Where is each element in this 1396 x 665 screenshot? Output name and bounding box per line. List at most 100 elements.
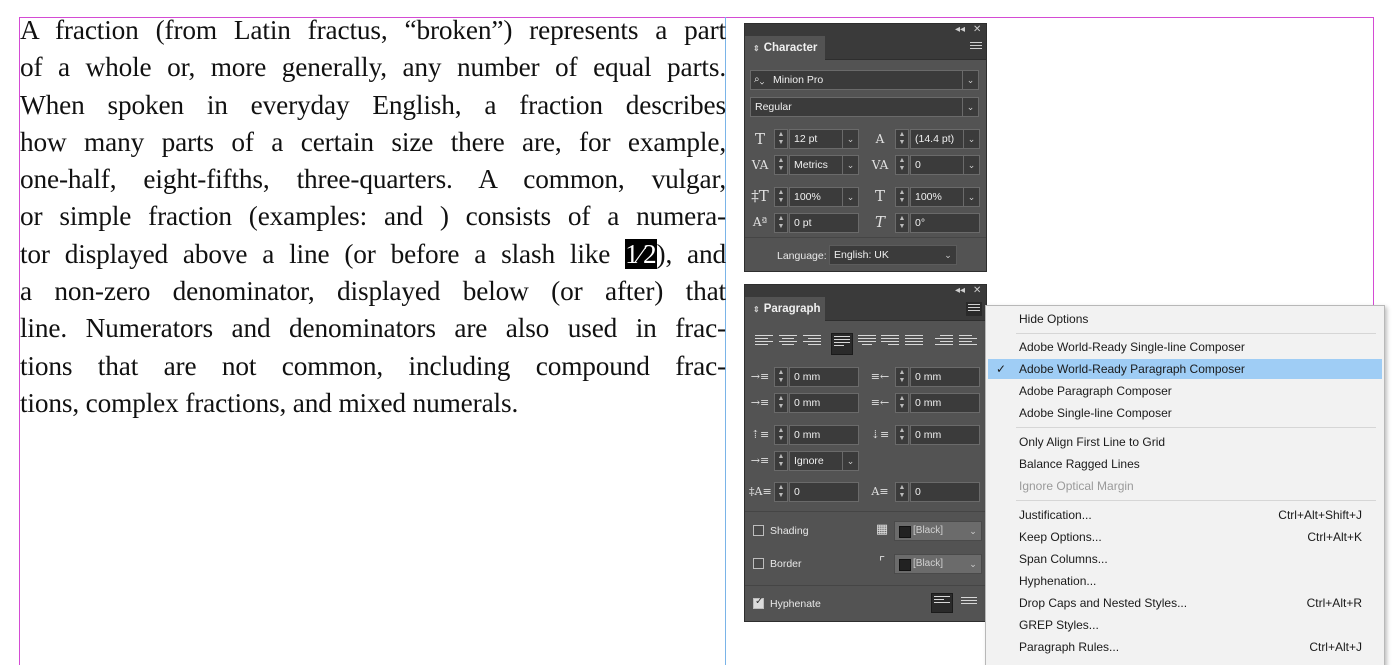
close-icon[interactable]: ✕: [973, 24, 981, 36]
panel-title-bar[interactable]: ◂◂ ✕: [745, 24, 986, 36]
drop-cap-lines-stepper[interactable]: ▲ ▼: [774, 482, 788, 502]
first-line-indent-field[interactable]: 0 mm: [789, 393, 859, 413]
text-segment: ), and: [656, 238, 727, 269]
kerning-field[interactable]: Metrics ⌄: [789, 155, 859, 175]
chevron-down-icon[interactable]: ⌄: [965, 522, 981, 540]
last-line-indent-stepper[interactable]: ▲ ▼: [895, 393, 909, 413]
document-text[interactable]: A fraction (from Latin fractus, “broken”…: [20, 12, 726, 422]
chevron-down-icon[interactable]: ⌄: [842, 156, 858, 174]
right-indent-field[interactable]: 0 mm: [910, 367, 980, 387]
selected-text[interactable]: 1⁄2: [625, 238, 657, 269]
left-indent-stepper[interactable]: ▲ ▼: [774, 367, 788, 387]
justify-all-button[interactable]: [905, 335, 923, 353]
close-icon[interactable]: ✕: [973, 285, 981, 297]
menu-item-paragraph-rules[interactable]: Paragraph Rules... Ctrl+Alt+J: [986, 637, 1384, 657]
drop-cap-chars-stepper[interactable]: ▲ ▼: [895, 482, 909, 502]
chevron-down-icon[interactable]: ⌄: [842, 452, 858, 470]
kerning-stepper[interactable]: ▲ ▼: [774, 155, 788, 175]
border-settings-icon[interactable]: ⌜: [871, 554, 893, 572]
chevron-down-icon[interactable]: ⌄: [963, 130, 979, 148]
align-right-button[interactable]: [803, 335, 821, 353]
checkmark-icon: ✓: [996, 362, 1007, 376]
skew-field[interactable]: 0°: [910, 213, 980, 233]
align-left-button[interactable]: [755, 335, 773, 353]
collapse-icon[interactable]: ◂◂: [955, 285, 965, 297]
border-checkbox[interactable]: [753, 558, 764, 569]
border-color-field[interactable]: [Black] ⌄: [894, 554, 982, 574]
tab-character[interactable]: ⇕ Character: [745, 36, 825, 61]
chevron-down-icon[interactable]: ⌄: [965, 555, 981, 573]
menu-item-hyphenation[interactable]: Hyphenation...: [986, 571, 1384, 591]
collapse-icon[interactable]: ◂◂: [955, 24, 965, 36]
horizontal-scale-stepper[interactable]: ▲ ▼: [895, 187, 909, 207]
menu-item-single-line-composer[interactable]: Adobe Single-line Composer: [986, 403, 1384, 423]
first-line-indent-stepper[interactable]: ▲ ▼: [774, 393, 788, 413]
tab-paragraph[interactable]: ⇕ Paragraph: [745, 297, 825, 322]
space-before-field[interactable]: 0 mm: [789, 425, 859, 445]
menu-item-grep-styles[interactable]: GREP Styles...: [986, 615, 1384, 635]
justify-center-button[interactable]: [858, 335, 876, 353]
align-away-from-spine-button[interactable]: [959, 335, 977, 353]
align-to-grid-stepper[interactable]: ▲ ▼: [774, 451, 788, 471]
single-line-composer-button[interactable]: [961, 597, 977, 611]
hyphenate-checkbox[interactable]: [753, 596, 764, 609]
chevron-down-icon[interactable]: ⌄: [962, 98, 978, 116]
menu-item-world-ready-paragraph[interactable]: ✓ Adobe World-Ready Paragraph Composer: [988, 359, 1382, 379]
menu-item-drop-caps[interactable]: Drop Caps and Nested Styles... Ctrl+Alt+R: [986, 593, 1384, 613]
menu-item-justification[interactable]: Justification... Ctrl+Alt+Shift+J: [986, 505, 1384, 525]
chevron-down-icon[interactable]: ⌄: [842, 188, 858, 206]
font-size-stepper[interactable]: ▲ ▼: [774, 129, 788, 149]
horizontal-scale-field[interactable]: 100% ⌄: [910, 187, 980, 207]
justify-left-button[interactable]: [831, 333, 853, 355]
menu-item-hide-options[interactable]: Hide Options: [986, 309, 1384, 329]
menu-item-label: Ignore Optical Margin: [1019, 479, 1134, 493]
menu-item-align-first-line[interactable]: Only Align First Line to Grid: [986, 432, 1384, 452]
menu-item-balance-ragged[interactable]: Balance Ragged Lines: [986, 454, 1384, 474]
leading-stepper[interactable]: ▲ ▼: [895, 129, 909, 149]
justify-right-button[interactable]: [881, 335, 899, 353]
vertical-scale-stepper[interactable]: ▲ ▼: [774, 187, 788, 207]
shading-settings-icon[interactable]: ▦: [871, 521, 893, 539]
paragraph-composer-button[interactable]: [931, 593, 953, 613]
chevron-down-icon[interactable]: ⌄: [940, 246, 956, 264]
baseline-shift-field[interactable]: 0 pt: [789, 213, 859, 233]
font-size-field[interactable]: 12 pt ⌄: [789, 129, 859, 149]
align-to-grid-field[interactable]: Ignore ⌄: [789, 451, 859, 471]
space-after-field[interactable]: 0 mm: [910, 425, 980, 445]
menu-item-world-ready-single-line[interactable]: Adobe World-Ready Single-line Composer: [986, 337, 1384, 357]
left-indent-field[interactable]: 0 mm: [789, 367, 859, 387]
drop-cap-lines-value: 0: [794, 486, 800, 498]
leading-field[interactable]: (14.4 pt) ⌄: [910, 129, 980, 149]
panel-menu-icon[interactable]: [970, 42, 982, 52]
vertical-scale-field[interactable]: 100% ⌄: [789, 187, 859, 207]
font-style-field[interactable]: Regular ⌄: [750, 97, 979, 117]
space-before-stepper[interactable]: ▲ ▼: [774, 425, 788, 445]
chevron-down-icon[interactable]: ⌄: [842, 130, 858, 148]
tracking-field[interactable]: 0 ⌄: [910, 155, 980, 175]
tab-toggle-icon[interactable]: ⇕: [753, 305, 760, 314]
shading-color-field[interactable]: [Black] ⌄: [894, 521, 982, 541]
right-indent-stepper[interactable]: ▲ ▼: [895, 367, 909, 387]
space-after-stepper[interactable]: ▲ ▼: [895, 425, 909, 445]
align-towards-spine-button[interactable]: [935, 335, 953, 353]
tab-toggle-icon[interactable]: ⇕: [753, 44, 760, 53]
align-center-button[interactable]: [779, 335, 797, 353]
last-line-indent-field[interactable]: 0 mm: [910, 393, 980, 413]
panel-menu-icon[interactable]: [966, 302, 982, 316]
space-before-icon: ⇡≡: [750, 428, 770, 441]
language-field[interactable]: English: UK ⌄: [829, 245, 957, 265]
menu-item-span-columns[interactable]: Span Columns...: [986, 549, 1384, 569]
tracking-stepper[interactable]: ▲ ▼: [895, 155, 909, 175]
skew-stepper[interactable]: ▲ ▼: [895, 213, 909, 233]
drop-cap-lines-field[interactable]: 0: [789, 482, 859, 502]
chevron-down-icon[interactable]: ⌄: [963, 156, 979, 174]
panel-title-bar[interactable]: ◂◂ ✕: [745, 285, 986, 297]
chevron-down-icon[interactable]: ⌄: [962, 71, 978, 89]
baseline-shift-stepper[interactable]: ▲ ▼: [774, 213, 788, 233]
menu-item-keep-options[interactable]: Keep Options... Ctrl+Alt+K: [986, 527, 1384, 547]
drop-cap-chars-field[interactable]: 0: [910, 482, 980, 502]
menu-item-paragraph-composer[interactable]: Adobe Paragraph Composer: [986, 381, 1384, 401]
font-family-field[interactable]: ⌕⌄ Minion Pro ⌄: [750, 70, 979, 90]
shading-checkbox[interactable]: [753, 525, 764, 536]
chevron-down-icon[interactable]: ⌄: [963, 188, 979, 206]
